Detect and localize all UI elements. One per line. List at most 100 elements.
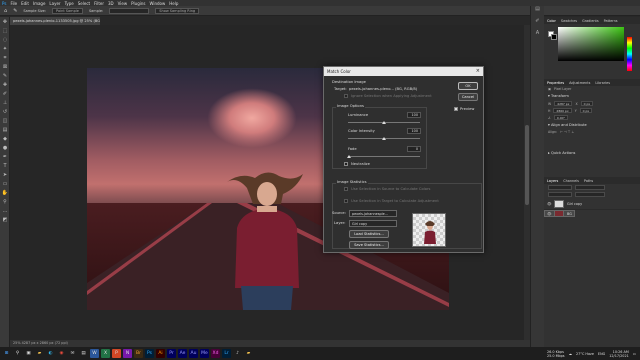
tab-channels[interactable]: Channels [563,179,579,183]
music-icon[interactable]: ♪ [233,349,242,358]
background-swatch[interactable] [551,34,557,40]
excel-icon[interactable]: X [101,349,110,358]
weather-text[interactable]: 27°C Haze [576,352,594,356]
gradient-tool-icon[interactable]: ▤ [0,125,10,134]
edge-icon[interactable]: ◐ [46,349,55,358]
windows-icon[interactable]: ⊞ [2,349,11,358]
menu-window[interactable]: Window [149,1,165,6]
search-icon[interactable]: ⚲ [13,349,22,358]
cancel-button[interactable]: Cancel [458,93,478,101]
menu-select[interactable]: Select [78,1,90,6]
frame-tool-icon[interactable]: ⊠ [0,62,10,71]
media-encoder-icon[interactable]: Me [200,349,209,358]
color-field[interactable] [558,27,624,61]
menu-filter[interactable]: Filter [94,1,104,6]
layer-select[interactable]: Girl copy [349,220,397,227]
tab-gradients[interactable]: Gradients [582,19,599,23]
crop-tool-icon[interactable]: ⌗ [0,53,10,62]
illustrator-icon[interactable]: Ai [156,349,165,358]
eyedropper-tool-icon[interactable]: ✎ [0,71,10,80]
menu-view[interactable]: View [118,1,128,6]
use-selection-target-checkbox[interactable] [344,199,348,203]
tab-color[interactable]: Color [547,19,556,23]
mail-icon[interactable]: ✉ [68,349,77,358]
source-select[interactable]: pexels-johannesple... [349,210,397,217]
luminance-slider-knob[interactable] [382,121,386,124]
layer-row-girl-copy[interactable]: 👁 Girl copy [544,198,640,210]
xd-icon[interactable]: Xd [211,349,220,358]
chrome-icon[interactable]: ◉ [57,349,66,358]
sample-size-select[interactable]: Point Sample [52,7,83,14]
brush-panel-icon[interactable]: ✐ [531,18,544,30]
align-buttons-icon[interactable]: ⊢ ⊣ ⊤ ⊥ [560,130,574,134]
photoshop-logo-icon[interactable]: Ps [2,1,6,6]
zoom-tool-icon[interactable]: ⚲ [0,197,10,206]
stamp-tool-icon[interactable]: ⊥ [0,98,10,107]
angle-field[interactable]: 0.00° [553,115,569,120]
clock[interactable]: 10:26 AM 12/17/2021 [609,350,629,358]
menu-type[interactable]: Type [65,1,74,6]
weather-icon[interactable]: ☁ [569,352,572,356]
eyedropper-icon[interactable]: ✎ [13,8,17,14]
tab-swatches[interactable]: Swatches [561,19,577,23]
aftereffects-icon[interactable]: Ae [178,349,187,358]
tab-paths[interactable]: Paths [584,179,593,183]
transform-heading[interactable]: ▾ Transform [544,92,640,100]
ignore-selection-checkbox[interactable] [344,94,348,98]
audition-icon[interactable]: Au [189,349,198,358]
luminance-field[interactable]: 100 [407,112,421,118]
path-select-tool-icon[interactable]: ➤ [0,170,10,179]
history-brush-icon[interactable]: ↺ [0,107,10,116]
quick-actions-heading[interactable]: ▸ Quick Actions [544,149,640,157]
premiere-icon[interactable]: Pr [167,349,176,358]
menu-help[interactable]: Help [169,1,178,6]
menu-plugins[interactable]: Plugins [131,1,145,6]
save-statistics-button[interactable]: Save Statistics... [349,241,389,249]
blur-tool-icon[interactable]: ◆ [0,134,10,143]
dialog-titlebar[interactable]: Match Color × [324,67,483,76]
shape-tool-icon[interactable]: ▭ [0,179,10,188]
ok-button[interactable]: OK [458,82,478,90]
document-tab[interactable]: pexels-johannes-plenio-1133505.jpg @ 25%… [10,17,100,25]
bridge-icon[interactable]: Br [134,349,143,358]
lightroom-icon[interactable]: Lr [222,349,231,358]
foreground-background-colors-icon[interactable]: ◩ [0,215,10,224]
eraser-tool-icon[interactable]: ◫ [0,116,10,125]
align-heading[interactable]: ▾ Align and Distribute [544,121,640,129]
notifications-icon[interactable]: ▭ [633,352,636,356]
tab-properties[interactable]: Properties [547,81,564,85]
move-tool-icon[interactable]: ✥ [0,17,10,26]
menu-file[interactable]: File [10,1,17,6]
character-panel-icon[interactable]: A [531,30,544,42]
tab-adjustments[interactable]: Adjustments [569,81,590,85]
y-field[interactable]: 0 px [579,108,593,113]
x-field[interactable]: 0 px [580,101,594,106]
preview-checkbox[interactable] [454,107,458,111]
use-selection-source-checkbox[interactable] [344,187,348,191]
color-intensity-slider-knob[interactable] [382,137,386,140]
dodge-tool-icon[interactable]: ● [0,143,10,152]
menu-image[interactable]: Image [33,1,46,6]
hue-slider[interactable] [627,37,632,71]
home-icon[interactable]: ⌂ [4,8,7,14]
menu-edit[interactable]: Edit [21,1,29,6]
blend-mode-select[interactable] [575,185,605,190]
color-intensity-field[interactable]: 100 [407,128,421,134]
hand-tool-icon[interactable]: ✋ [0,188,10,197]
visibility-eye-icon[interactable]: 👁 [547,211,552,216]
pen-tool-icon[interactable]: ✒ [0,152,10,161]
task-view-icon[interactable]: ▣ [24,349,33,358]
scrollbar-thumb[interactable] [525,125,529,205]
menu-3d[interactable]: 3D [108,1,114,6]
fade-slider[interactable] [348,156,420,157]
language[interactable]: ENG [598,352,605,356]
lasso-tool-icon[interactable]: ◌ [0,35,10,44]
folder-icon[interactable]: ▰ [244,349,253,358]
store-icon[interactable]: ▤ [79,349,88,358]
brush-tool-icon[interactable]: ✐ [0,89,10,98]
marquee-tool-icon[interactable]: ⬚ [0,26,10,35]
onenote-icon[interactable]: N [123,349,132,358]
lock-options[interactable] [548,192,572,197]
menu-layer[interactable]: Layer [49,1,60,6]
height-field[interactable]: 2860 px [553,108,572,113]
